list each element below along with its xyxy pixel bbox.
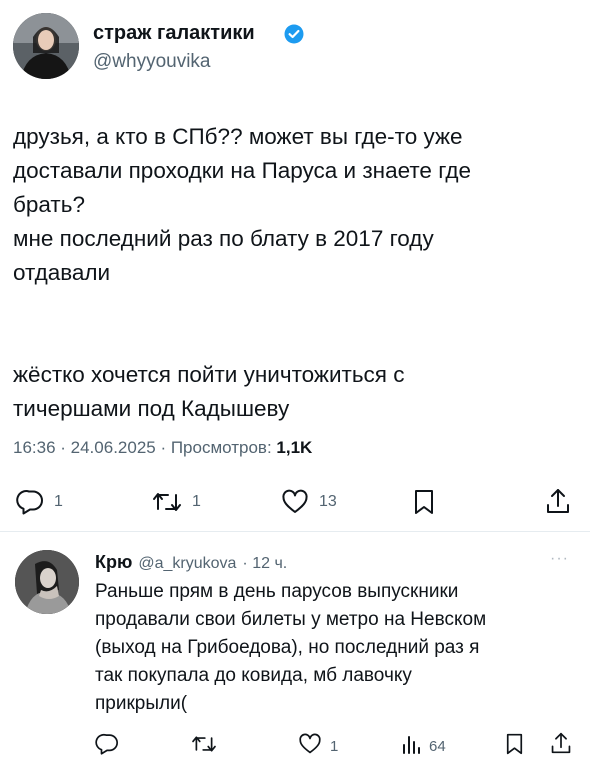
reply-like-button[interactable]: 1 [298, 733, 338, 759]
retweet-count: 1 [192, 493, 201, 510]
divider [0, 531, 590, 532]
reply-view-count: 64 [429, 737, 446, 755]
reply-icon [95, 733, 119, 759]
share-button[interactable] [545, 487, 571, 520]
reply-reply-button[interactable] [95, 733, 119, 759]
reply-author-handle[interactable]: @a_kryukova [138, 555, 236, 573]
like-button[interactable]: 13 [281, 489, 337, 515]
author-name[interactable]: страж галактики [93, 22, 255, 45]
reply-count: 1 [54, 493, 63, 510]
retweet-icon [152, 489, 182, 515]
retweet-icon [191, 733, 217, 759]
author-avatar[interactable] [13, 13, 79, 79]
heart-icon [298, 733, 322, 759]
tweet-timestamp[interactable]: 16:36 · 24.06.2025 · Просмотров: [13, 438, 276, 457]
reply-icon [16, 489, 44, 515]
verified-badge-icon [284, 24, 304, 49]
heart-icon [281, 489, 309, 515]
author-handle[interactable]: @whyyouvika [93, 51, 211, 73]
tweet-text: друзья, а кто в СПб?? может вы где-то уж… [13, 124, 472, 421]
reply-like-count: 1 [330, 737, 339, 755]
reply-text: Раньше прям в день парусов выпускники пр… [95, 581, 487, 714]
views-chart-icon [401, 733, 421, 759]
reply-share-button[interactable] [550, 731, 572, 760]
bookmark-icon [413, 490, 435, 519]
like-count: 13 [319, 493, 337, 510]
tweet-meta: 16:36 · 24.06.2025 · Просмотров: 1,1K [13, 438, 312, 458]
reply-time[interactable]: · 12 ч. [242, 555, 287, 573]
reply-header: Крю @a_kryukova · 12 ч. [95, 552, 287, 573]
reply-retweet-button[interactable] [191, 733, 217, 759]
share-icon [545, 489, 571, 519]
retweet-button[interactable]: 1 [152, 489, 201, 515]
more-options-icon[interactable]: ··· [550, 550, 569, 568]
share-icon [550, 732, 572, 759]
reply-views-button[interactable]: 64 [401, 733, 446, 759]
bookmark-button[interactable] [413, 489, 435, 520]
reply-button[interactable]: 1 [16, 489, 63, 515]
bookmark-icon [505, 733, 524, 759]
reply-bookmark-button[interactable] [505, 733, 524, 760]
reply-author-avatar[interactable] [15, 550, 79, 614]
reply-author-name[interactable]: Крю [95, 552, 132, 573]
view-count: 1,1K [276, 438, 313, 457]
